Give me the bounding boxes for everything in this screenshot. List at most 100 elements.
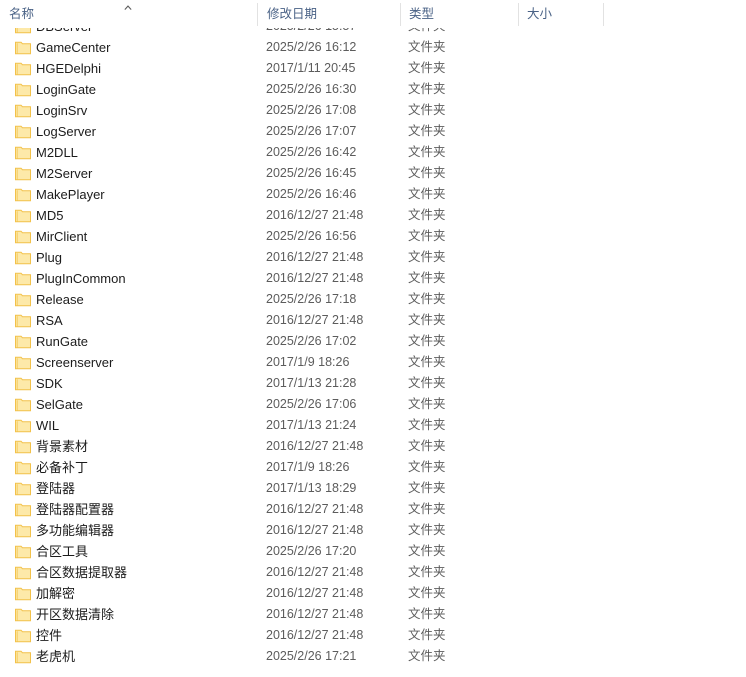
file-name-cell[interactable]: 合区工具 (0, 541, 250, 562)
column-divider-size-end[interactable] (603, 3, 604, 26)
file-name-label: 加解密 (36, 586, 76, 601)
folder-icon (15, 544, 31, 559)
folder-icon (15, 376, 31, 391)
file-name-cell[interactable]: RunGate (0, 331, 250, 352)
file-name-cell[interactable]: 多功能编辑器 (0, 520, 250, 541)
folder-icon (15, 229, 31, 244)
file-row[interactable]: HGEDelphi 2017/1/11 20:45 文件夹 (0, 58, 746, 79)
file-row[interactable]: GameCenter 2025/2/26 16:12 文件夹 (0, 37, 746, 58)
file-name-cell[interactable]: GameCenter (0, 37, 250, 58)
file-row[interactable]: MakePlayer 2025/2/26 16:46 文件夹 (0, 184, 746, 205)
file-name-cell[interactable]: SelGate (0, 394, 250, 415)
file-name-cell[interactable]: Release (0, 289, 250, 310)
file-name-cell[interactable]: LoginGate (0, 79, 250, 100)
file-list[interactable]: DBServer 2025/2/26 15:57 文件夹 GameCenter 2025… (0, 28, 746, 677)
file-name-cell[interactable]: Plug (0, 247, 250, 268)
folder-icon (15, 292, 31, 307)
file-name-cell[interactable]: MirClient (0, 226, 250, 247)
column-header-size[interactable]: 大小 (518, 0, 603, 28)
file-row[interactable]: PlugInCommon 2016/12/27 21:48 文件夹 (0, 268, 746, 289)
file-row[interactable]: LoginSrv 2025/2/26 17:08 文件夹 (0, 100, 746, 121)
file-name-label: 背景素材 (36, 439, 89, 454)
file-name-label: WIL (36, 418, 60, 433)
file-name-cell[interactable]: M2Server (0, 163, 250, 184)
file-row[interactable]: 登陆器 2017/1/13 18:29 文件夹 (0, 478, 746, 499)
file-row[interactable]: DBServer 2025/2/26 15:57 文件夹 (0, 28, 746, 37)
file-date-modified-cell: 2017/1/13 21:28 (266, 376, 357, 390)
file-name-cell[interactable]: HGEDelphi (0, 58, 250, 79)
file-row[interactable]: WIL 2017/1/13 21:24 文件夹 (0, 415, 746, 436)
file-name-cell[interactable]: 开区数据清除 (0, 604, 250, 625)
file-name-cell[interactable]: Screenserver (0, 352, 250, 373)
file-row[interactable]: 控件 2016/12/27 21:48 文件夹 (0, 625, 746, 646)
file-row[interactable]: 合区数据提取器 2016/12/27 21:48 文件夹 (0, 562, 746, 583)
file-row[interactable]: M2Server 2025/2/26 16:45 文件夹 (0, 163, 746, 184)
file-row[interactable]: SelGate 2025/2/26 17:06 文件夹 (0, 394, 746, 415)
file-name-label: Screenserver (36, 355, 114, 370)
column-divider-type-size[interactable] (518, 3, 519, 26)
file-name-cell[interactable]: WIL (0, 415, 250, 436)
file-row[interactable]: LoginGate 2025/2/26 16:30 文件夹 (0, 79, 746, 100)
file-date-modified-cell: 2016/12/27 21:48 (266, 607, 364, 621)
file-name-cell[interactable]: RSA (0, 310, 250, 331)
file-row[interactable]: RunGate 2025/2/26 17:02 文件夹 (0, 331, 746, 352)
file-row[interactable]: 老虎机 2025/2/26 17:21 文件夹 (0, 646, 746, 667)
file-row[interactable]: MD5 2016/12/27 21:48 文件夹 (0, 205, 746, 226)
file-row[interactable]: 多功能编辑器 2016/12/27 21:48 文件夹 (0, 520, 746, 541)
file-name-label: 开区数据清除 (36, 607, 115, 622)
file-name-label: MakePlayer (36, 187, 105, 202)
file-name-cell[interactable]: 必备补丁 (0, 457, 250, 478)
file-type-cell: 文件夹 (408, 544, 446, 558)
file-row[interactable]: Screenserver 2017/1/9 18:26 文件夹 (0, 352, 746, 373)
folder-icon (15, 649, 31, 664)
column-header-date-modified[interactable]: 修改日期 (258, 0, 400, 28)
file-date-modified-cell: 2025/2/26 17:07 (266, 124, 357, 138)
file-name-label: RunGate (36, 334, 89, 349)
file-date-modified-cell: 2025/2/26 17:18 (266, 292, 357, 306)
file-row[interactable]: MirClient 2025/2/26 16:56 文件夹 (0, 226, 746, 247)
file-name-cell[interactable]: LoginSrv (0, 100, 250, 121)
file-row[interactable]: 背景素材 2016/12/27 21:48 文件夹 (0, 436, 746, 457)
file-type-cell: 文件夹 (408, 649, 446, 663)
file-name-cell[interactable]: 加解密 (0, 583, 250, 604)
file-name-cell[interactable]: LogServer (0, 121, 250, 142)
file-row[interactable]: 开区数据清除 2016/12/27 21:48 文件夹 (0, 604, 746, 625)
file-row[interactable]: SDK 2017/1/13 21:28 文件夹 (0, 373, 746, 394)
file-name-cell[interactable]: DBServer (0, 28, 250, 37)
file-row[interactable]: Release 2025/2/26 17:18 文件夹 (0, 289, 746, 310)
file-row[interactable]: 登陆器配置器 2016/12/27 21:48 文件夹 (0, 499, 746, 520)
file-row[interactable]: Plug 2016/12/27 21:48 文件夹 (0, 247, 746, 268)
file-type-cell: 文件夹 (408, 460, 446, 474)
file-name-cell[interactable]: 登陆器配置器 (0, 499, 250, 520)
file-row[interactable]: RSA 2016/12/27 21:48 文件夹 (0, 310, 746, 331)
file-name-label: LoginGate (36, 82, 96, 97)
file-name-cell[interactable]: M2DLL (0, 142, 250, 163)
file-name-cell[interactable]: 背景素材 (0, 436, 250, 457)
file-row[interactable]: 加解密 2016/12/27 21:48 文件夹 (0, 583, 746, 604)
file-type-cell: 文件夹 (408, 145, 446, 159)
column-divider-name-date[interactable] (257, 3, 258, 26)
file-name-cell[interactable]: 老虎机 (0, 646, 250, 667)
column-header-type[interactable]: 类型 (400, 0, 518, 28)
file-date-modified-cell: 2016/12/27 21:48 (266, 271, 364, 285)
file-date-modified-cell: 2017/1/13 21:24 (266, 418, 357, 432)
file-name-cell[interactable]: MD5 (0, 205, 250, 226)
column-divider-date-type[interactable] (400, 3, 401, 26)
file-name-cell[interactable]: 控件 (0, 625, 250, 646)
file-date-modified-cell: 2016/12/27 21:48 (266, 313, 364, 327)
file-name-cell[interactable]: 登陆器 (0, 478, 250, 499)
file-name-cell[interactable]: MakePlayer (0, 184, 250, 205)
file-row[interactable]: LogServer 2025/2/26 17:07 文件夹 (0, 121, 746, 142)
sort-ascending-icon (121, 3, 135, 12)
file-name-cell[interactable]: PlugInCommon (0, 268, 250, 289)
file-row[interactable]: M2DLL 2025/2/26 16:42 文件夹 (0, 142, 746, 163)
file-name-cell[interactable]: 合区数据提取器 (0, 562, 250, 583)
file-name-cell[interactable]: SDK (0, 373, 250, 394)
file-type-cell: 文件夹 (408, 187, 446, 201)
file-row[interactable]: 合区工具 2025/2/26 17:20 文件夹 (0, 541, 746, 562)
file-row[interactable]: 必备补丁 2017/1/9 18:26 文件夹 (0, 457, 746, 478)
file-type-cell: 文件夹 (408, 481, 446, 495)
column-header-type-label: 类型 (409, 7, 435, 21)
folder-icon (15, 313, 31, 328)
file-type-cell: 文件夹 (408, 250, 446, 264)
